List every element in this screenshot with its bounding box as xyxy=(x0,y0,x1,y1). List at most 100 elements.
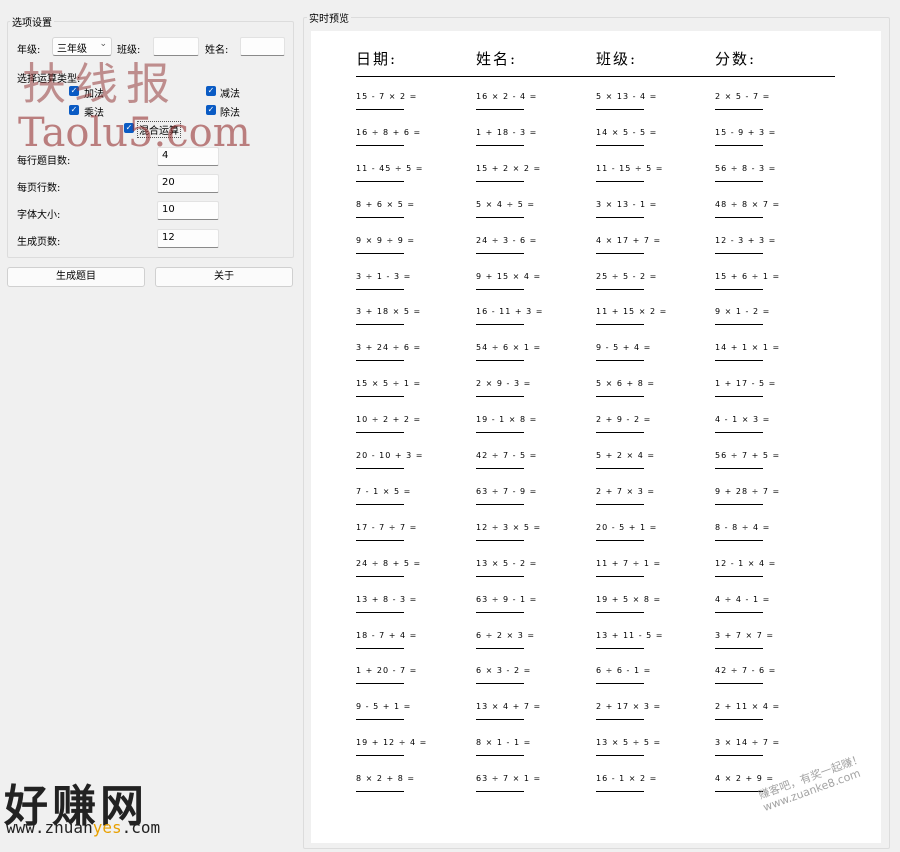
mixed-checkbox[interactable]: ✓ xyxy=(124,123,134,133)
watermark-bottom-cn: 好赚网 xyxy=(4,781,148,832)
answer-line xyxy=(596,180,644,182)
grade-label: 年级: xyxy=(17,45,41,56)
rows-per-page-label: 每页行数: xyxy=(17,183,61,194)
divide-label: 除法 xyxy=(220,108,240,119)
question-item: 6 ÷ 2 × 3 = xyxy=(476,630,536,640)
answer-line xyxy=(715,396,763,398)
answer-line xyxy=(715,755,763,757)
answer-line xyxy=(356,611,404,613)
chevron-down-icon: ⌄ xyxy=(99,39,107,49)
question-item: 8 + 6 × 5 = xyxy=(356,199,416,209)
answer-line xyxy=(356,180,404,182)
question-item: 6 × 3 - 2 = xyxy=(476,666,532,676)
subtract-checkbox[interactable]: ✓ xyxy=(206,86,216,96)
answer-line xyxy=(715,288,763,290)
question-item: 12 ÷ 3 × 5 = xyxy=(476,522,542,532)
question-item: 9 - 5 + 1 = xyxy=(356,702,412,712)
question-item: 16 ÷ 8 + 6 = xyxy=(356,127,422,137)
question-item: 12 - 3 + 3 = xyxy=(715,235,777,245)
class-input[interactable] xyxy=(153,37,199,56)
answer-line xyxy=(356,144,404,146)
question-item: 8 - 8 ÷ 4 = xyxy=(715,522,771,532)
answer-line xyxy=(715,109,763,110)
question-item: 9 + 28 ÷ 7 = xyxy=(715,486,781,496)
answer-line xyxy=(356,288,404,290)
add-checkbox[interactable]: ✓ xyxy=(69,86,79,96)
divide-checkbox[interactable]: ✓ xyxy=(206,105,216,115)
question-item: 15 - 9 + 3 = xyxy=(715,127,777,137)
question-item: 13 × 5 ÷ 5 = xyxy=(596,738,662,748)
question-item: 56 ÷ 8 - 3 = xyxy=(715,163,777,173)
question-item: 5 × 13 - 4 = xyxy=(596,92,658,101)
question-item: 9 × 9 ÷ 9 = xyxy=(356,235,416,245)
answer-line xyxy=(715,611,763,613)
question-item: 19 + 12 ÷ 4 = xyxy=(356,738,428,748)
question-item: 63 ÷ 9 - 1 = xyxy=(476,594,538,604)
question-item: 4 × 2 + 9 = xyxy=(715,774,775,784)
class-label: 班级: xyxy=(117,45,141,56)
question-item: 2 + 9 - 2 = xyxy=(596,415,652,425)
pages-input[interactable]: 12 xyxy=(157,229,219,248)
worksheet-header: 姓名: xyxy=(476,50,518,68)
answer-line xyxy=(715,575,763,577)
answer-line xyxy=(356,468,404,469)
name-input[interactable] xyxy=(240,37,285,56)
question-item: 5 + 2 × 4 = xyxy=(596,451,656,460)
question-item: 56 ÷ 7 + 5 = xyxy=(715,451,781,460)
worksheet-header: 分数: xyxy=(715,50,757,68)
question-item: 14 + 1 × 1 = xyxy=(715,343,781,353)
subtract-label: 减法 xyxy=(220,89,240,100)
question-item: 10 ÷ 2 + 2 = xyxy=(356,415,422,425)
font-size-input[interactable]: 10 xyxy=(157,201,219,220)
question-item: 16 - 11 + 3 = xyxy=(476,307,544,317)
question-item: 3 ÷ 1 - 3 = xyxy=(356,271,412,281)
mixed-label: 混合运算 xyxy=(137,121,181,138)
question-item: 7 - 1 × 5 = xyxy=(356,486,412,496)
answer-line xyxy=(356,432,404,434)
question-item: 25 ÷ 5 - 2 = xyxy=(596,271,658,281)
answer-line xyxy=(715,647,763,649)
question-item: 17 - 7 ÷ 7 = xyxy=(356,522,418,532)
font-size-label: 字体大小: xyxy=(17,210,61,221)
answer-line xyxy=(715,324,763,326)
question-item: 16 × 2 - 4 = xyxy=(476,92,538,101)
answer-line xyxy=(715,719,763,721)
question-item: 3 + 7 × 7 = xyxy=(715,630,775,640)
question-item: 1 + 18 - 3 = xyxy=(476,127,538,137)
answer-line xyxy=(715,252,763,254)
question-item: 3 + 18 × 5 = xyxy=(356,307,422,317)
per-row-input[interactable]: 4 xyxy=(157,147,219,166)
answer-line xyxy=(476,539,524,541)
answer-line xyxy=(476,575,524,577)
name-label: 姓名: xyxy=(205,45,229,56)
question-item: 15 + 2 × 2 = xyxy=(476,163,542,173)
question-item: 1 + 17 - 5 = xyxy=(715,379,777,389)
answer-line xyxy=(476,252,524,254)
worksheet-header: 班级: xyxy=(596,50,638,68)
answer-line xyxy=(715,503,763,505)
header-underline xyxy=(356,76,835,77)
answer-line xyxy=(356,252,404,254)
grade-select[interactable]: 三年级 ⌄ xyxy=(52,37,112,56)
about-button[interactable]: 关于 xyxy=(155,267,293,287)
preview-group-title: 实时预览 xyxy=(307,10,351,25)
question-item: 11 + 7 ÷ 1 = xyxy=(596,558,662,568)
worksheet-header: 日期: xyxy=(356,50,398,68)
answer-line xyxy=(715,180,763,182)
question-item: 14 × 5 - 5 = xyxy=(596,127,658,137)
add-label: 加法 xyxy=(84,89,104,100)
question-item: 42 ÷ 7 - 5 = xyxy=(476,451,538,460)
answer-line xyxy=(596,539,644,541)
multiply-checkbox[interactable]: ✓ xyxy=(69,105,79,115)
answer-line xyxy=(715,360,763,362)
answer-line xyxy=(356,575,404,577)
rows-per-page-input[interactable]: 20 xyxy=(157,174,219,193)
question-item: 13 × 4 + 7 = xyxy=(476,702,542,712)
answer-line xyxy=(596,288,644,290)
answer-line xyxy=(356,683,404,685)
generate-button[interactable]: 生成题目 xyxy=(7,267,145,287)
answer-line xyxy=(715,468,763,469)
question-item: 2 + 17 × 3 = xyxy=(596,702,662,712)
answer-line xyxy=(715,791,763,793)
answer-line xyxy=(476,503,524,505)
